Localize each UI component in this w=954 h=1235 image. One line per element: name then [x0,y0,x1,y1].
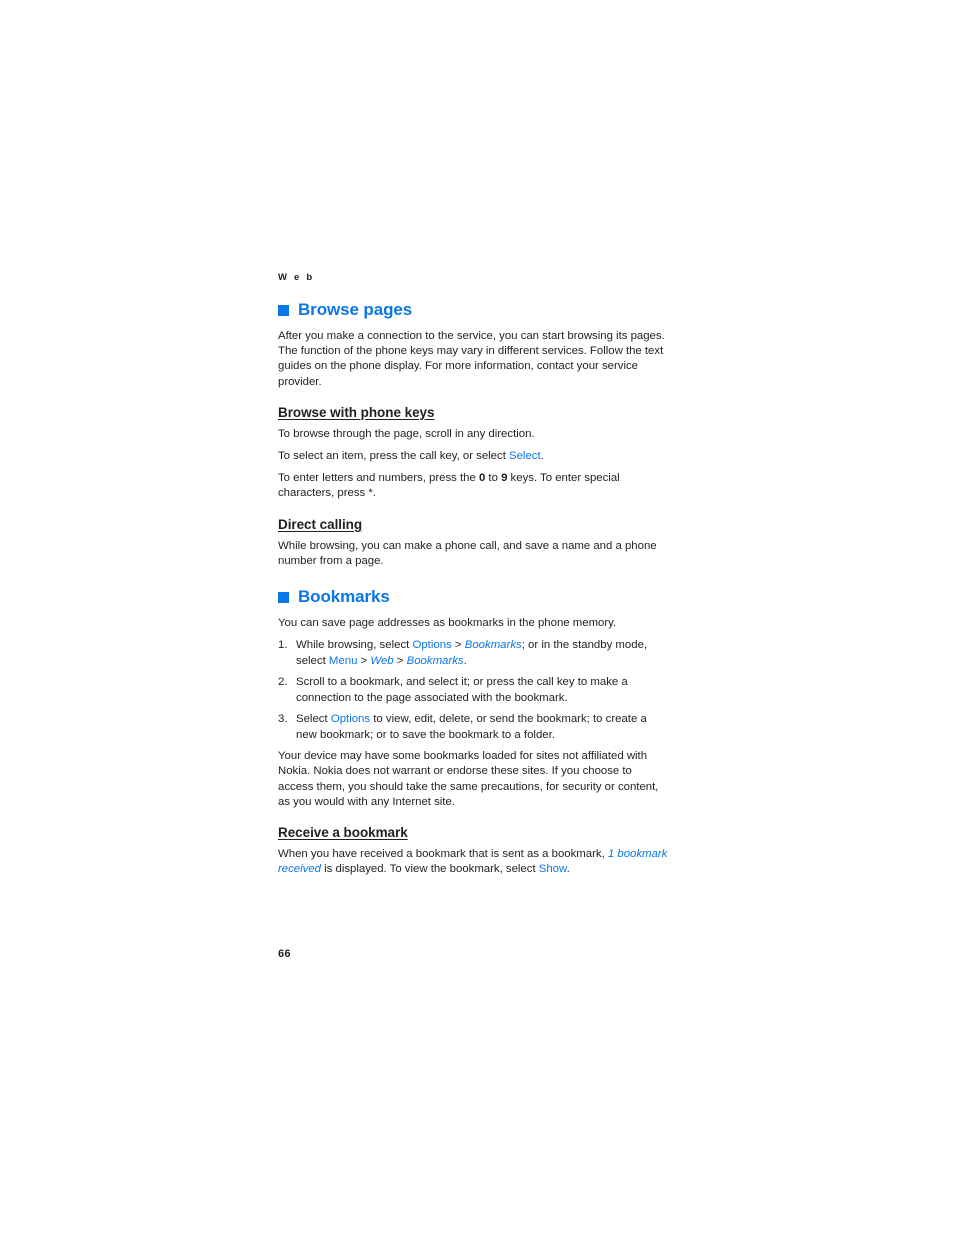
paragraph-receive-bookmark-text-4: . [566,863,570,876]
paragraph-scroll: To browse through the page, scroll in an… [278,427,670,442]
bookmarks-notice: Your device may have some bookmarks load… [278,750,659,808]
paragraph-receive-bookmark: When you have received a bookmark that i… [278,847,670,877]
list-item-text: While browsing, select Options > Bookmar… [296,639,647,667]
step-1-text-0: While browsing, select [296,639,413,652]
paragraph-receive-bookmark-text-0: When you have received a bookmark that i… [278,848,608,861]
step-1-text-10: . [463,654,467,667]
paragraph-select-item-text-0: To select an item, press the call key, o… [278,450,510,463]
paragraph-select-item: To select an item, press the call key, o… [278,449,670,464]
paragraph-select-item-ui-term-1: Select [509,450,541,463]
square-bullet-icon [278,304,289,316]
subheading-direct-calling: Direct calling [278,516,363,532]
list-item: 2. Scroll to a bookmark, and select it; o… [278,675,670,706]
paragraph-receive-bookmark-text-2: is displayed. To view the bookmark, sele… [320,863,539,876]
list-item-text: Scroll to a bookmark, and select it; or … [296,676,628,704]
paragraph-enter-letters-text-0: To enter letters and numbers, press the [278,472,479,485]
bookmarks-steps-list: 1. While browsing, select Options > Bookm… [278,638,670,743]
section-intro-bookmarks: You can save page addresses as bookmarks… [278,617,617,630]
section-heading-bookmarks: Bookmarks [278,587,670,607]
paragraph-receive-bookmark-ui-term-3: Show [538,863,567,876]
paragraph-select-item-text-2: . [540,450,544,463]
subheading-receive-a-bookmark: Receive a bookmark [278,825,408,841]
step-1-ui-term-9: Bookmarks [406,654,464,667]
section-title: Browse pages [298,300,413,319]
step-1-text-6: > [357,654,371,667]
step-1-text-8: > [393,654,407,667]
step-1-ui-term-5: Menu [328,654,358,667]
running-head: W e b [278,272,315,283]
step-3-text-0: Select [296,713,331,726]
page-content: W e b Browse pages After you make a conn… [278,272,670,877]
subheading-browse-with-phone-keys: Browse with phone keys [278,404,435,420]
square-bullet-icon [278,591,289,603]
step-1-ui-term-1: Options [412,639,452,652]
section-heading-browse-pages: Browse pages [278,300,670,320]
step-1-ui-term-3: Bookmarks [464,639,522,652]
paragraph-direct-calling-text-0: While browsing, you can make a phone cal… [278,539,657,567]
paragraph-enter-letters-text-2: to [485,472,502,485]
step-1-text-2: > [451,639,465,652]
section-title: Bookmarks [298,587,390,607]
paragraph-direct-calling: While browsing, you can make a phone cal… [278,539,670,569]
list-item-text: Select Options to view, edit, delete, or… [296,713,647,741]
step-1-ui-term-7: Web [370,654,394,667]
list-item-number: 3. [278,713,288,726]
list-item-number: 1. [278,639,288,652]
paragraph-scroll-text-0: To browse through the page, scroll in an… [278,427,535,440]
step-2-text-0: Scroll to a bookmark, and select it; or … [296,676,628,704]
section-intro-browse-pages: After you make a connection to the servi… [278,330,665,388]
list-item: 3. Select Options to view, edit, delete, … [278,712,670,743]
page-number: 66 [278,948,291,960]
step-3-ui-term-1: Options [330,713,371,726]
list-item: 1. While browsing, select Options > Bookm… [278,638,670,669]
list-item-number: 2. [278,676,288,689]
document-page: W e b Browse pages After you make a conn… [0,0,954,1235]
paragraph-enter-letters: To enter letters and numbers, press the … [278,471,670,501]
